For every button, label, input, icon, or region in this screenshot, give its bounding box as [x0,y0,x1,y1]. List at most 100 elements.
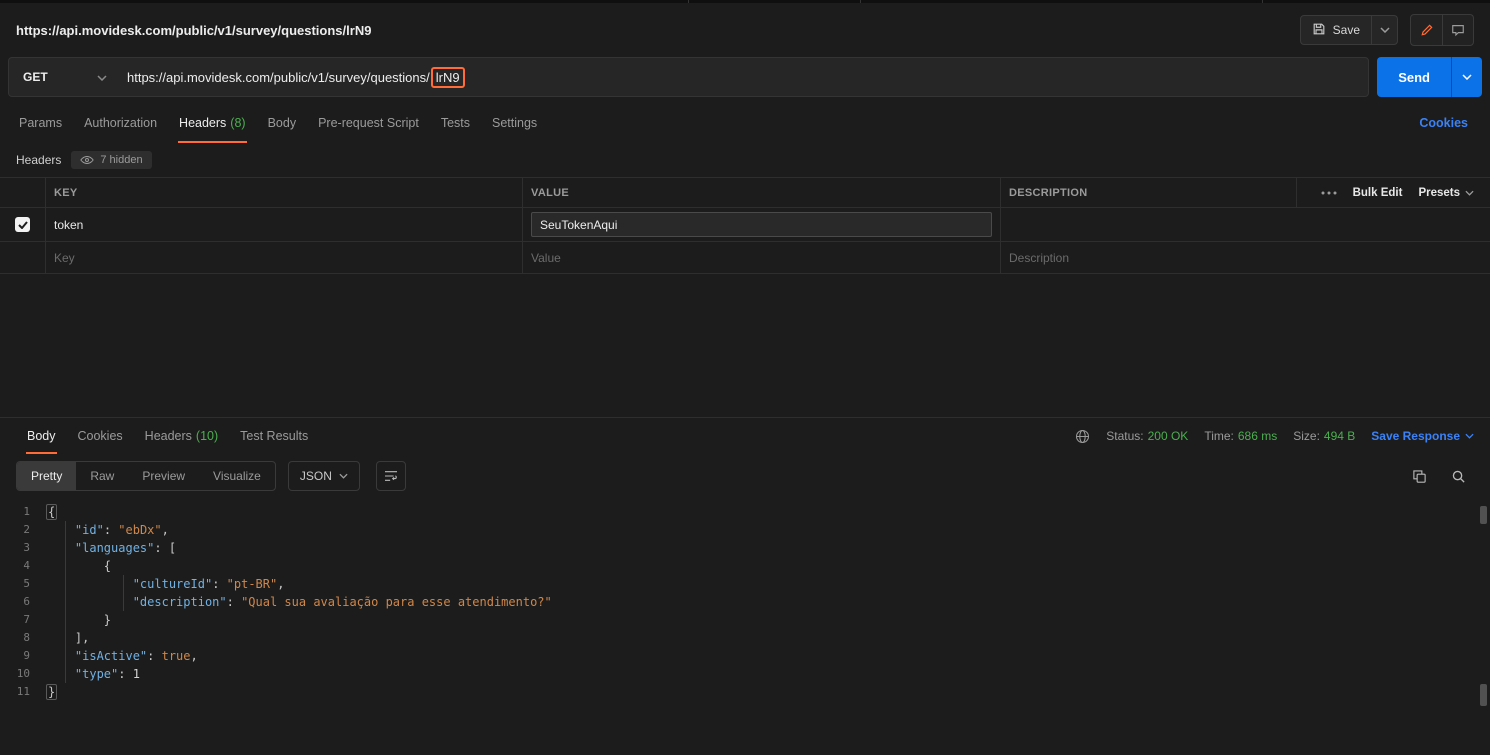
status-badge: Status: 200 OK [1106,429,1188,443]
indent-guide [65,521,66,683]
table-header-controls: Bulk Edit Presets [1296,178,1490,207]
search-response-button[interactable] [1451,469,1466,484]
tab-settings[interactable]: Settings [481,103,548,143]
comments-button[interactable] [1442,15,1473,45]
request-tabs: Params Authorization Headers (8) Body Pr… [0,103,1490,143]
header-cell-key: KEY [45,178,522,207]
key-cell[interactable]: token [45,208,522,241]
headers-meta-row: Headers 7 hidden [0,143,1490,177]
code-line: 10 "type": 1 [0,665,1490,683]
response-tab-test-results[interactable]: Test Results [229,418,319,454]
save-response-button[interactable]: Save Response [1371,429,1474,443]
view-raw-button[interactable]: Raw [76,462,128,490]
line-number: 9 [23,649,30,662]
value-input[interactable]: SeuTokenAqui [531,212,992,237]
tab-body[interactable]: Body [257,103,308,143]
chevron-down-icon [97,70,107,84]
code-line: 4 { [0,557,1490,575]
network-info-button[interactable] [1075,429,1090,444]
header-cell-description: DESCRIPTION [1000,178,1296,207]
size-badge: Size: 494 B [1293,429,1355,443]
search-icon [1452,470,1465,483]
header-row-token: token SeuTokenAqui [0,208,1490,242]
url-input[interactable]: https://api.movidesk.com/public/v1/surve… [121,66,1368,88]
description-cell[interactable] [1000,208,1490,241]
postman-window: https://api.movidesk.com/public/v1/surve… [0,0,1490,755]
wrap-lines-icon [384,471,397,481]
line-number: 11 [16,685,30,698]
scrollbar-thumb[interactable] [1480,506,1487,524]
header-cell-value: VALUE [522,178,1000,207]
presets-button[interactable]: Presets [1418,187,1474,199]
header-cell-checkbox [0,178,45,207]
save-options-button[interactable] [1371,16,1397,44]
copy-response-button[interactable] [1412,469,1427,484]
row-checkbox-cell [0,242,45,273]
edit-button[interactable] [1411,15,1442,45]
wrap-lines-button[interactable] [375,461,406,491]
response-tab-body[interactable]: Body [16,418,67,454]
row-checkbox[interactable] [15,217,30,232]
code-line: 7 } [0,611,1490,629]
tab-prerequest-script[interactable]: Pre-request Script [307,103,430,143]
hidden-headers-badge[interactable]: 7 hidden [71,151,152,169]
new-header-row: Key Value Description [0,242,1490,274]
view-pretty-button[interactable]: Pretty [17,462,77,490]
tab-headers[interactable]: Headers (8) [168,103,257,143]
send-options-button[interactable] [1451,57,1482,97]
workspace-tab-strip [0,0,1490,3]
code-line: 11} [0,683,1490,701]
tab-separator [860,0,861,3]
key-placeholder[interactable]: Key [45,242,522,273]
response-actions [1412,469,1474,484]
chevron-down-icon [1465,433,1474,439]
cookies-link[interactable]: Cookies [1419,116,1482,130]
hidden-headers-label: 7 hidden [100,154,143,166]
line-number: 4 [23,559,30,572]
line-number: 5 [23,577,30,590]
pencil-icon [1420,24,1433,36]
method-select[interactable]: GET [9,70,121,84]
response-tab-headers-label: Headers [144,429,192,443]
chevron-down-icon [339,473,348,479]
code-lines: 1{2 "id": "ebDx", 3 "languages": [4 {5 "c… [0,503,1490,701]
tab-params[interactable]: Params [8,103,73,143]
response-tab-headers-count: (10) [195,429,219,443]
tab-authorization[interactable]: Authorization [73,103,168,143]
format-select[interactable]: JSON [287,461,360,491]
tab-separator [1262,0,1263,3]
more-actions-button[interactable] [1321,191,1337,195]
comment-icon [1452,25,1464,37]
line-number: 8 [23,631,30,644]
bulk-edit-button[interactable]: Bulk Edit [1353,187,1403,199]
size-value: 494 B [1323,429,1356,443]
send-button-group: Send [1377,57,1482,97]
send-button[interactable]: Send [1377,57,1451,97]
description-placeholder[interactable]: Description [1000,242,1490,273]
view-preview-button[interactable]: Preview [128,462,199,490]
value-placeholder[interactable]: Value [522,242,1000,273]
time-value: 686 ms [1237,429,1278,443]
response-view-bar: Pretty Raw Preview Visualize JSON [0,454,1490,498]
save-button[interactable]: Save [1301,16,1371,44]
tab-tests[interactable]: Tests [430,103,481,143]
sidebar-toggle-group [1410,14,1474,46]
value-cell: SeuTokenAqui [522,208,1000,241]
view-visualize-button[interactable]: Visualize [199,462,275,490]
tab-headers-count: (8) [230,116,246,130]
url-text: https://api.movidesk.com/public/v1/surve… [127,69,430,85]
response-body-editor: 1{2 "id": "ebDx", 3 "languages": [4 {5 "c… [0,498,1490,755]
tab-headers-label: Headers [179,116,227,130]
request-title-bar: https://api.movidesk.com/public/v1/surve… [0,3,1490,57]
code-line: 1{ [0,503,1490,521]
format-label: JSON [299,469,332,483]
scrollbar-thumb[interactable] [1480,684,1487,706]
url-row: GET https://api.movidesk.com/public/v1/s… [0,57,1490,103]
topbar-actions: Save [1299,14,1474,46]
eye-icon [80,156,95,164]
response-tab-cookies[interactable]: Cookies [67,418,134,454]
line-number: 7 [23,613,30,626]
code-line: 9 "isActive": true, [0,647,1490,665]
response-tab-headers[interactable]: Headers (10) [134,418,229,454]
url-highlighted-segment: lrN9 [430,66,465,88]
